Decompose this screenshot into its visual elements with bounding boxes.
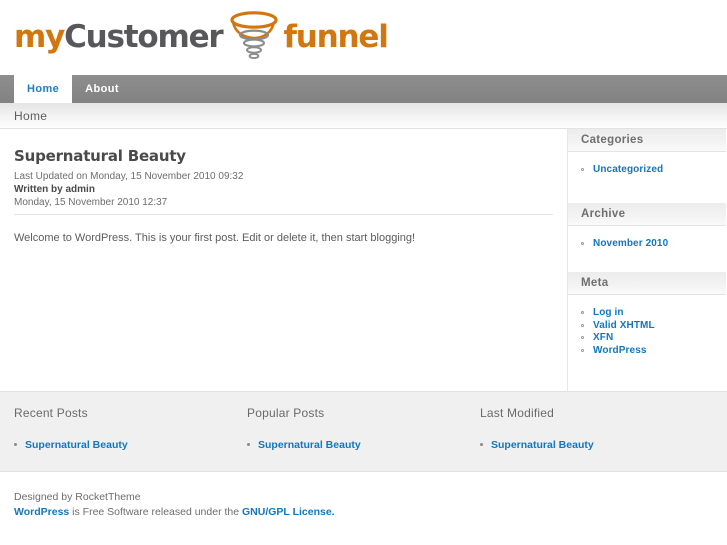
bullet-dot-icon: [14, 443, 17, 446]
module-title-meta: Meta: [568, 272, 726, 295]
sidebar-module-categories: Categories Uncategorized: [568, 129, 726, 203]
bullet-circle-icon: [581, 311, 584, 314]
bottom-title-popular-posts: Popular Posts: [247, 406, 325, 420]
article-author: Written by admin: [14, 184, 95, 195]
bullet-circle-icon: [581, 348, 584, 352]
logo-text-customer: Customer: [64, 18, 224, 55]
main-navigation: Home About: [0, 75, 727, 103]
main-content-column: Supernatural Beauty Last Updated on Mond…: [0, 129, 568, 391]
module-body-meta: Log in Valid XHTML XFN WordPress: [568, 295, 726, 369]
list-item[interactable]: Supernatural Beauty: [480, 439, 713, 451]
breadcrumb: Home: [0, 103, 727, 129]
site-logo[interactable]: myCustomer funnel: [14, 11, 389, 63]
meta-link-wordpress[interactable]: WordPress: [593, 345, 647, 356]
site-header: myCustomer funnel: [0, 0, 727, 75]
site-footer: Designed by RocketTheme WordPress is Fre…: [0, 471, 727, 543]
footer-license-text: is Free Software released under the: [69, 506, 243, 518]
list-item[interactable]: Log in: [581, 307, 716, 319]
nav-item-about[interactable]: About: [72, 75, 132, 103]
meta-link-valid-xhtml[interactable]: Valid XHTML: [593, 320, 655, 331]
bottom-column-recent-posts: Recent Posts Supernatural Beauty: [14, 406, 247, 471]
bullet-circle-icon: [581, 323, 584, 327]
list-item[interactable]: Supernatural Beauty: [14, 439, 247, 451]
article-body: Welcome to WordPress. This is your first…: [14, 232, 416, 244]
module-body-categories: Uncategorized: [568, 152, 726, 203]
logo-text-my: my: [14, 18, 65, 55]
breadcrumb-current: Home: [14, 108, 48, 123]
sidebar-module-meta: Meta Log in Valid XHTML XFN WordPress: [568, 272, 726, 369]
list-item[interactable]: WordPress: [581, 345, 716, 357]
module-body-archive: November 2010: [568, 226, 726, 273]
bullet-circle-icon: [581, 168, 584, 171]
last-modified-link[interactable]: Supernatural Beauty: [491, 439, 594, 451]
bottom-title-recent-posts: Recent Posts: [14, 406, 88, 420]
bottom-modules: Recent Posts Supernatural Beauty Popular…: [0, 391, 727, 471]
article-metadata: Last Updated on Monday, 15 November 2010…: [14, 170, 553, 209]
meta-list: Log in Valid XHTML XFN WordPress: [581, 307, 716, 356]
recent-posts-list: Supernatural Beauty: [14, 439, 247, 451]
list-item[interactable]: Uncategorized: [581, 164, 716, 176]
nav-item-home[interactable]: Home: [14, 75, 73, 103]
last-modified-list: Supernatural Beauty: [480, 439, 713, 451]
article-date: Monday, 15 November 2010 12:37: [14, 197, 168, 208]
module-title-archive: Archive: [568, 202, 726, 226]
recent-post-link[interactable]: Supernatural Beauty: [25, 439, 128, 451]
article-last-updated: Last Updated on Monday, 15 November 2010…: [14, 171, 244, 182]
meta-link-xfn[interactable]: XFN: [593, 332, 613, 343]
article-meta-divider: [14, 214, 553, 215]
sidebar: Categories Uncategorized Archive Novembe…: [568, 129, 726, 391]
bullet-dot-icon: [480, 443, 483, 446]
category-link-uncategorized[interactable]: Uncategorized: [593, 164, 663, 175]
popular-post-link[interactable]: Supernatural Beauty: [258, 439, 361, 451]
archive-list: November 2010: [581, 238, 716, 250]
funnel-vortex-icon: [225, 11, 283, 63]
sidebar-module-archive: Archive November 2010: [568, 202, 726, 273]
popular-posts-list: Supernatural Beauty: [247, 439, 480, 451]
list-item[interactable]: Supernatural Beauty: [247, 439, 480, 451]
bottom-title-last-modified: Last Modified: [480, 406, 554, 420]
footer-link-gnu-gpl-license[interactable]: GNU/GPL License.: [242, 506, 335, 518]
bullet-circle-icon: [581, 336, 584, 339]
list-item[interactable]: XFN: [581, 332, 716, 344]
article-title: Supernatural Beauty: [14, 147, 186, 165]
categories-list: Uncategorized: [581, 164, 716, 176]
bottom-column-last-modified: Last Modified Supernatural Beauty: [480, 406, 713, 471]
footer-designed-by: Designed by RocketTheme: [14, 491, 141, 503]
bullet-dot-icon: [247, 443, 250, 446]
bullet-circle-icon: [581, 241, 584, 245]
meta-link-log-in[interactable]: Log in: [593, 307, 624, 318]
footer-link-wordpress[interactable]: WordPress: [14, 506, 69, 518]
list-item[interactable]: November 2010: [581, 238, 716, 250]
content-area: Supernatural Beauty Last Updated on Mond…: [0, 129, 727, 391]
logo-text-funnel: funnel: [283, 18, 389, 55]
archive-link-november-2010[interactable]: November 2010: [593, 238, 668, 249]
bottom-column-popular-posts: Popular Posts Supernatural Beauty: [247, 406, 480, 471]
module-title-categories: Categories: [568, 129, 726, 152]
list-item[interactable]: Valid XHTML: [581, 320, 716, 332]
footer-license-line: WordPress is Free Software released unde…: [14, 505, 713, 520]
